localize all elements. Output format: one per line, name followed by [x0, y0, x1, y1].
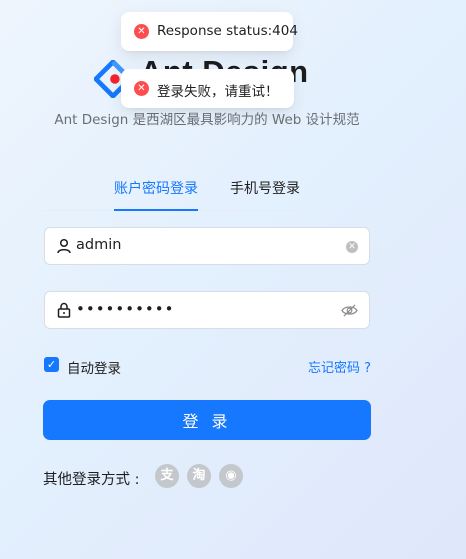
tab-account-login[interactable]: 账户密码登录 [114, 178, 198, 198]
tab-mobile-login[interactable]: 手机号登录 [230, 178, 300, 198]
clear-icon[interactable]: ✕ [346, 241, 358, 253]
login-tabs: 账户密码登录 手机号登录 [44, 170, 370, 211]
taobao-icon[interactable]: 淘 [187, 464, 211, 488]
toast-message: 登录失败，请重试！ [157, 84, 279, 100]
auto-login-label: 自动登录 [67, 361, 121, 377]
eye-invisible-icon[interactable] [341, 303, 358, 318]
toast-message: Response status:404 [157, 23, 298, 39]
weibo-icon[interactable]: ◉ [219, 464, 243, 488]
error-toast: ✕ Response status:404 [121, 12, 298, 51]
password-field[interactable]: •••••••••• [44, 291, 370, 329]
other-login-label: 其他登录方式 : [43, 472, 140, 488]
lock-icon [57, 302, 71, 318]
user-icon [57, 238, 71, 254]
username-field[interactable]: admin ✕ [44, 227, 370, 265]
close-circle-icon: ✕ [134, 24, 149, 39]
password-value: •••••••••• [76, 300, 175, 318]
active-tab-indicator [114, 209, 198, 211]
forgot-password-link[interactable]: 忘记密码 ? [308, 357, 371, 376]
username-value: admin [76, 237, 122, 253]
login-button[interactable]: 登 录 [43, 400, 371, 440]
checkbox-checked-icon[interactable]: ✓ [44, 357, 59, 372]
alipay-icon[interactable]: 支 [155, 464, 179, 488]
close-circle-icon: ✕ [134, 81, 149, 96]
error-toast: ✕ 登录失败，请重试！ [121, 69, 294, 108]
app-subtitle: Ant Design 是西湖区最具影响力的 Web 设计规范 [54, 112, 360, 128]
